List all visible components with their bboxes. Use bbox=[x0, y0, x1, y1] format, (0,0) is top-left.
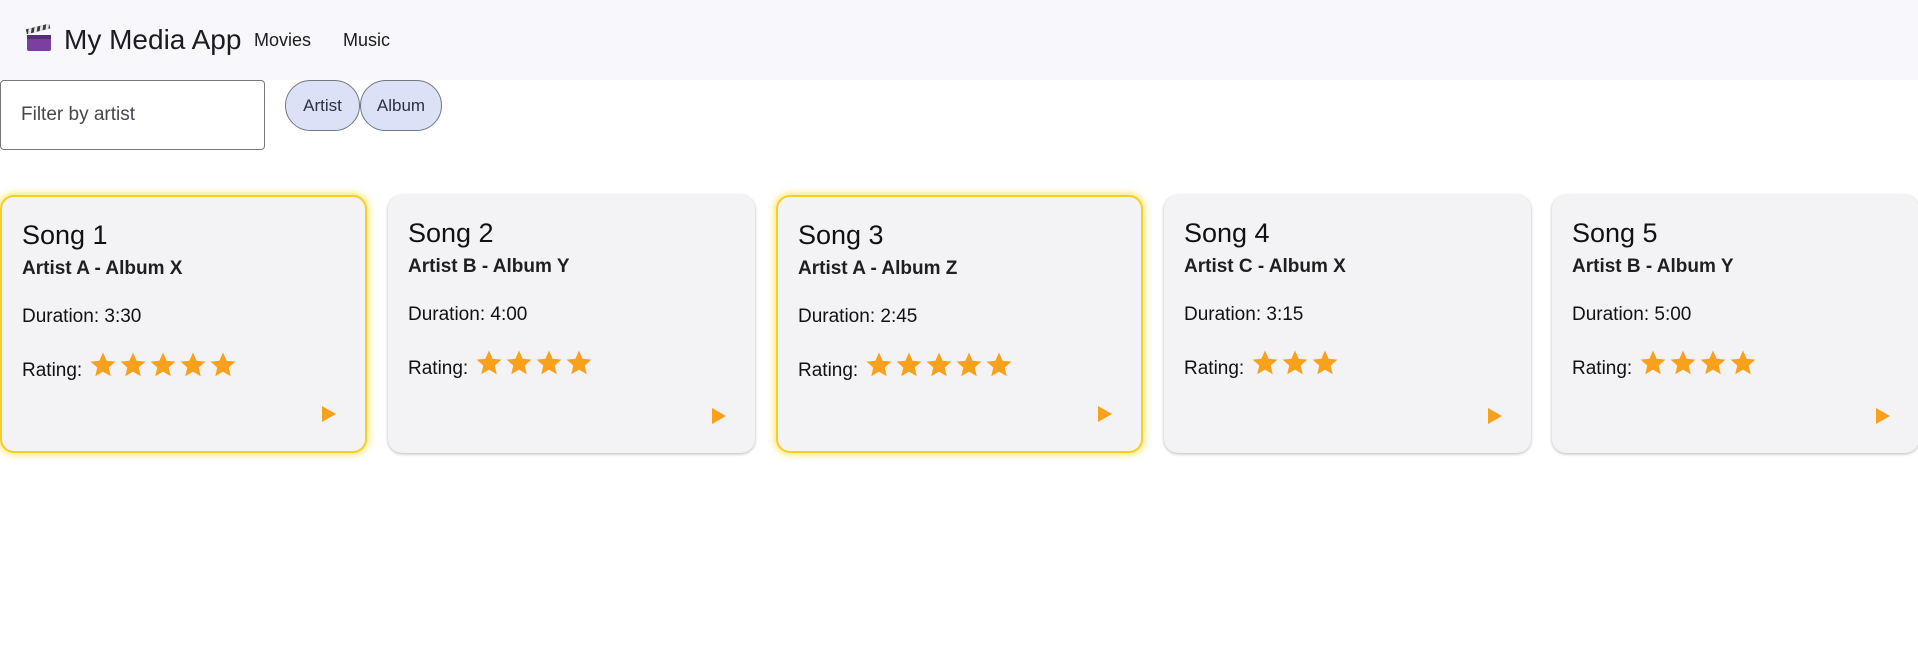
rating-label: Rating: bbox=[22, 360, 83, 381]
song-card[interactable]: Song 3 Artist A - Album Z Duration: 2:45… bbox=[776, 195, 1143, 453]
star-rating bbox=[864, 350, 1014, 380]
star-icon bbox=[1640, 350, 1666, 375]
rating-label: Rating: bbox=[408, 358, 469, 379]
star-rating bbox=[1638, 348, 1758, 378]
top-app-bar: My Media App Movies Music bbox=[0, 0, 1918, 80]
song-rating: Rating: bbox=[408, 345, 594, 381]
artist-filter-input[interactable] bbox=[0, 80, 265, 150]
star-icon bbox=[90, 352, 116, 377]
song-duration: Duration: 3:30 bbox=[22, 306, 142, 327]
star-icon bbox=[120, 352, 146, 377]
song-card[interactable]: Song 4 Artist C - Album X Duration: 3:15… bbox=[1164, 195, 1531, 453]
star-icon bbox=[150, 352, 176, 377]
song-title: Song 4 bbox=[1184, 218, 1270, 248]
star-icon bbox=[1312, 350, 1338, 375]
song-card[interactable]: Song 1 Artist A - Album X Duration: 3:30… bbox=[0, 195, 367, 453]
song-duration: Duration: 3:15 bbox=[1184, 304, 1304, 325]
album-chip[interactable]: Album bbox=[360, 80, 442, 131]
star-icon bbox=[866, 352, 892, 377]
rating-label: Rating: bbox=[798, 360, 859, 381]
song-rating: Rating: bbox=[1184, 345, 1340, 381]
star-icon bbox=[1252, 350, 1278, 375]
song-duration: Duration: 5:00 bbox=[1572, 304, 1692, 325]
nav-music-link[interactable]: Music bbox=[343, 28, 390, 52]
star-rating bbox=[88, 350, 238, 380]
song-rating: Rating: bbox=[22, 347, 238, 383]
song-title: Song 5 bbox=[1572, 218, 1658, 248]
song-duration: Duration: 2:45 bbox=[798, 306, 918, 327]
star-icon bbox=[210, 352, 236, 377]
star-icon bbox=[896, 352, 922, 377]
app-title: My Media App bbox=[64, 24, 242, 55]
play-icon[interactable] bbox=[1871, 405, 1893, 427]
song-card[interactable]: Song 2 Artist B - Album Y Duration: 4:00… bbox=[388, 195, 755, 453]
play-icon[interactable] bbox=[707, 405, 729, 427]
star-icon bbox=[1282, 350, 1308, 375]
rating-label: Rating: bbox=[1184, 358, 1245, 379]
song-rating: Rating: bbox=[798, 347, 1014, 383]
song-artist-album: Artist B - Album Y bbox=[408, 256, 570, 277]
play-icon[interactable] bbox=[317, 403, 339, 425]
star-icon bbox=[476, 350, 502, 375]
song-title: Song 1 bbox=[22, 220, 108, 250]
song-artist-album: Artist A - Album X bbox=[22, 258, 183, 279]
star-rating bbox=[474, 348, 594, 378]
star-icon bbox=[1670, 350, 1696, 375]
star-icon bbox=[1730, 350, 1756, 375]
star-icon bbox=[506, 350, 532, 375]
star-icon bbox=[956, 352, 982, 377]
song-title: Song 2 bbox=[408, 218, 494, 248]
song-duration: Duration: 4:00 bbox=[408, 304, 528, 325]
song-artist-album: Artist B - Album Y bbox=[1572, 256, 1734, 277]
star-icon bbox=[536, 350, 562, 375]
nav-movies-link[interactable]: Movies bbox=[254, 28, 311, 52]
clapperboard-icon bbox=[25, 24, 51, 51]
play-icon[interactable] bbox=[1483, 405, 1505, 427]
play-icon[interactable] bbox=[1093, 403, 1115, 425]
rating-label: Rating: bbox=[1572, 358, 1633, 379]
artist-chip[interactable]: Artist bbox=[285, 80, 360, 131]
star-rating bbox=[1250, 348, 1340, 378]
song-card[interactable]: Song 5 Artist B - Album Y Duration: 5:00… bbox=[1552, 195, 1918, 453]
star-icon bbox=[926, 352, 952, 377]
song-rating: Rating: bbox=[1572, 345, 1758, 381]
star-icon bbox=[1700, 350, 1726, 375]
star-icon bbox=[566, 350, 592, 375]
star-icon bbox=[986, 352, 1012, 377]
song-artist-album: Artist A - Album Z bbox=[798, 258, 958, 279]
song-artist-album: Artist C - Album X bbox=[1184, 256, 1346, 277]
star-icon bbox=[180, 352, 206, 377]
song-title: Song 3 bbox=[798, 220, 884, 250]
